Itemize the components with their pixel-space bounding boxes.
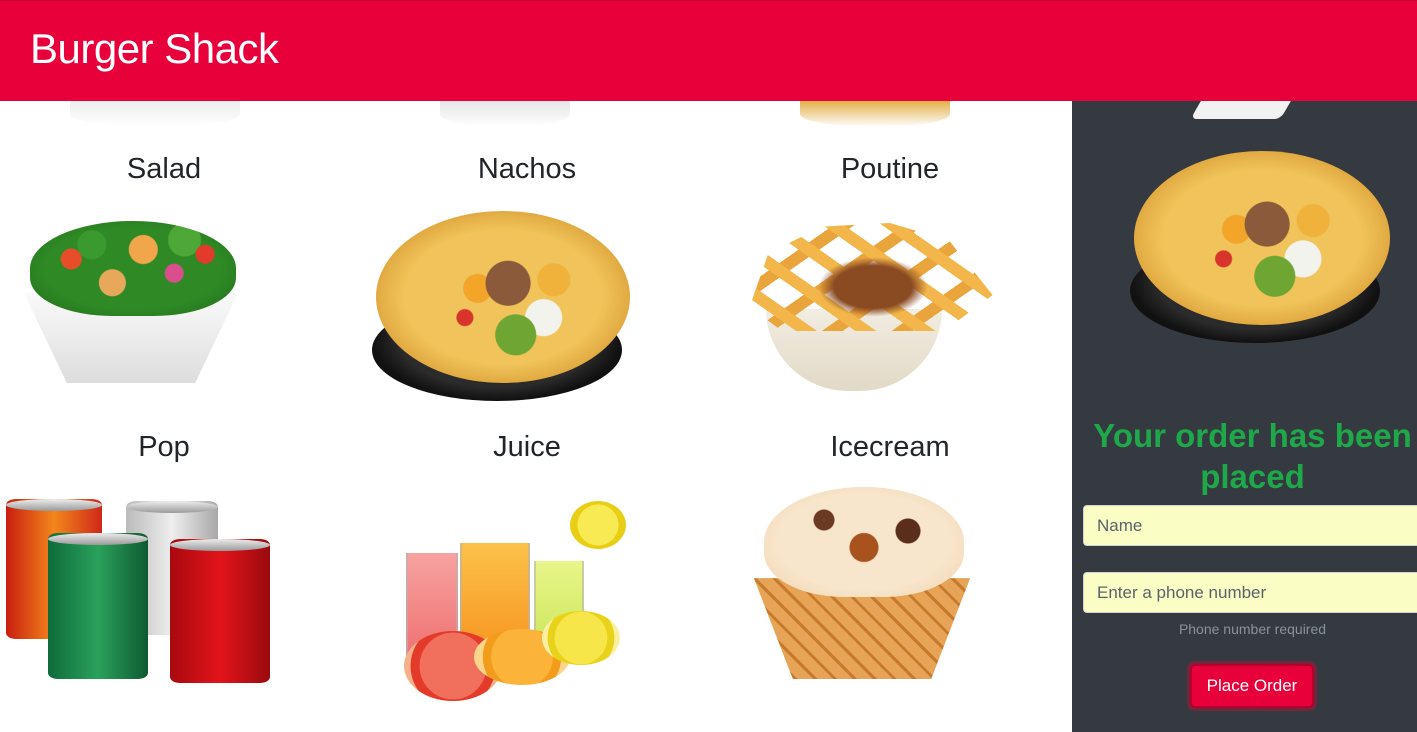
menu-grid: Salad Nachos Poutine Pop Juice Icecream <box>0 101 1072 732</box>
previous-row-image-peek <box>440 101 570 127</box>
pop-cans-image[interactable] <box>0 445 280 691</box>
name-field[interactable] <box>1083 505 1417 546</box>
salad-greens-shape <box>30 221 236 316</box>
menu-item-title: Juice <box>493 431 561 463</box>
menu-item-salad[interactable]: Salad <box>14 153 314 186</box>
lemon-garnish-shape <box>570 501 626 549</box>
salad-image[interactable] <box>24 209 248 399</box>
sprite-can-shape <box>48 533 148 679</box>
menu-item-title: Poutine <box>840 153 940 185</box>
lemon-slice-shape <box>542 611 620 665</box>
poutine-image[interactable] <box>728 217 1000 413</box>
previous-item-image-peek <box>1190 101 1296 119</box>
nachos-chips-shape <box>376 211 630 383</box>
previous-row-image-peek <box>800 101 950 127</box>
coca-cola-can-shape <box>170 539 270 683</box>
brand-title[interactable]: Burger Shack <box>30 25 279 73</box>
nachos-image[interactable] <box>366 203 634 403</box>
navbar: Burger Shack <box>0 0 1417 101</box>
menu-item-juice[interactable]: Juice <box>377 431 677 464</box>
order-status-message: Your order has been placed <box>1093 417 1412 495</box>
icecream-scoops-shape <box>764 487 964 597</box>
selected-item-image <box>1126 147 1394 347</box>
order-panel: Your order has been placed Phone number … <box>1072 101 1417 732</box>
phone-field[interactable] <box>1083 572 1417 613</box>
phone-help-text: Phone number required <box>1178 621 1327 637</box>
menu-item-title: Salad <box>126 153 202 185</box>
juice-glasses-image[interactable] <box>374 483 630 701</box>
nachos-chips-shape <box>1134 151 1390 325</box>
previous-row-image-peek <box>70 101 240 127</box>
menu-item-title: Nachos <box>477 153 577 185</box>
menu-item-poutine[interactable]: Poutine <box>740 153 1040 186</box>
menu-item-nachos[interactable]: Nachos <box>377 153 677 186</box>
icecream-image[interactable] <box>712 457 1012 687</box>
poutine-gravy-shape <box>818 257 928 317</box>
place-order-button[interactable]: Place Order <box>1190 664 1314 708</box>
